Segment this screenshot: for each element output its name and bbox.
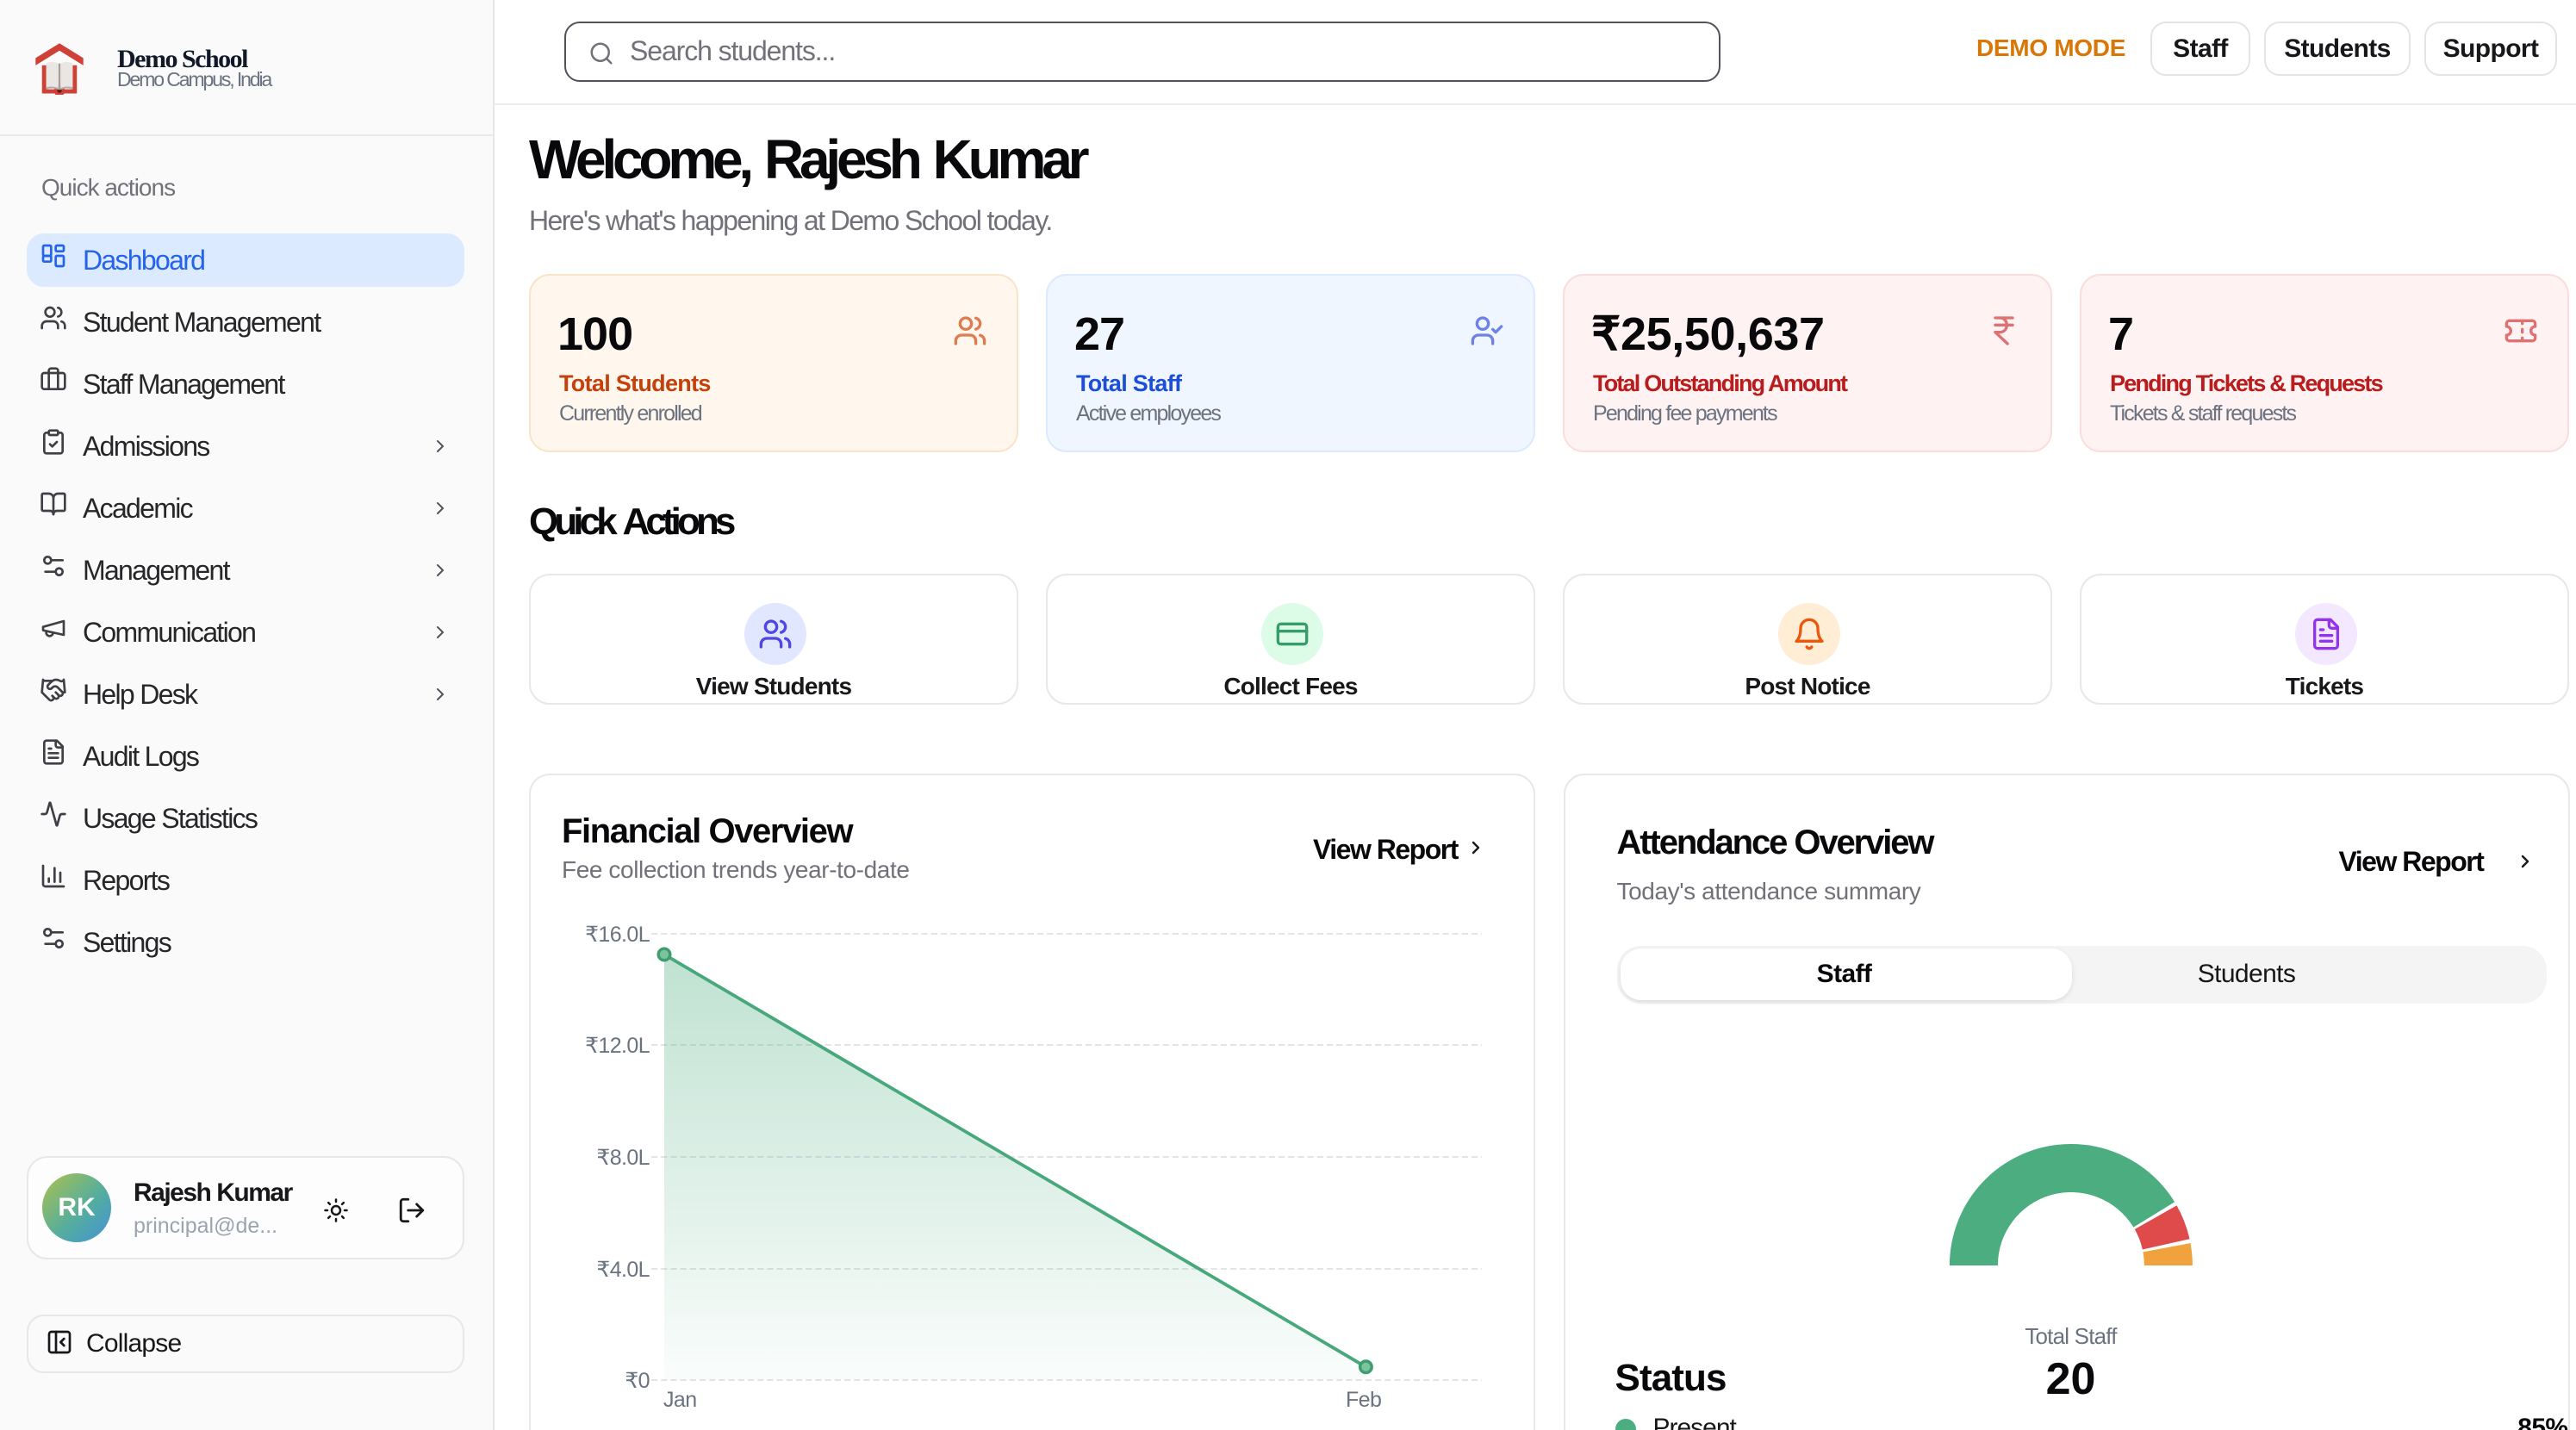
svg-text:₹8.0L: ₹8.0L xyxy=(596,1146,650,1170)
svg-text:Jan: Jan xyxy=(663,1388,697,1412)
svg-text:₹12.0L: ₹12.0L xyxy=(585,1034,650,1058)
svg-text:Feb: Feb xyxy=(1346,1388,1381,1412)
svg-text:₹16.0L: ₹16.0L xyxy=(585,923,650,947)
svg-text:₹4.0L: ₹4.0L xyxy=(596,1258,650,1282)
svg-text:₹0: ₹0 xyxy=(625,1369,650,1393)
